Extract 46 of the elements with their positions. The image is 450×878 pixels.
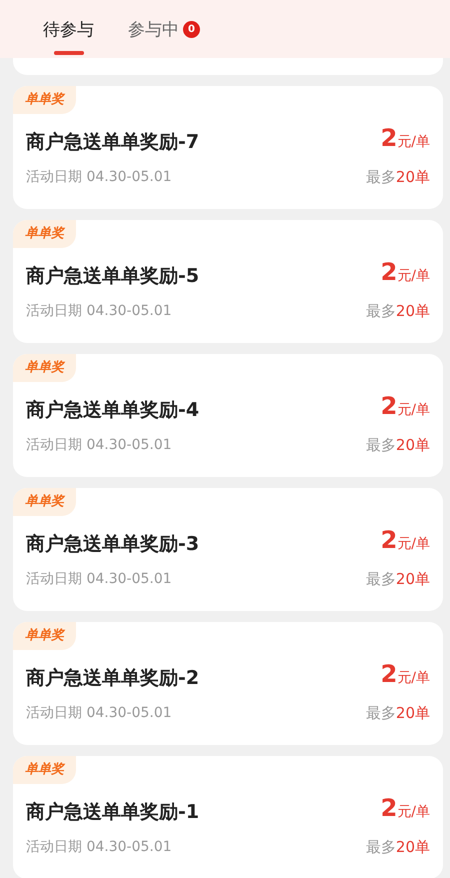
limit-value: 20单 <box>396 837 430 858</box>
limit-value: 20单 <box>396 435 430 456</box>
reward-amount: 2元/单 <box>380 662 430 690</box>
activity-date: 活动日期 04.30-05.01 <box>26 570 172 589</box>
activity-title: 商户急送单单奖励-5 <box>26 264 200 288</box>
tab[interactable]: 待参与 <box>43 18 94 58</box>
activity-card[interactable]: 单单奖 商户急送单单奖励-7 2元/单 活动日期 04.30-05.01 最多20单 <box>13 86 443 209</box>
activity-title: 商户急送单单奖励-7 <box>26 130 200 154</box>
limit-value: 20单 <box>396 569 430 590</box>
limit-label: 最多 <box>366 167 396 188</box>
activity-tag: 单单奖 <box>13 354 76 382</box>
activity-date: 活动日期 04.30-05.01 <box>26 302 172 321</box>
reward-amount: 2元/单 <box>380 528 430 556</box>
limit-label: 最多 <box>366 703 396 724</box>
activity-card[interactable]: 单单奖 商户急送单单奖励-2 2元/单 活动日期 04.30-05.01 最多20单 <box>13 622 443 745</box>
activity-tag: 单单奖 <box>13 756 76 784</box>
limit-label: 最多 <box>366 569 396 590</box>
activity-date: 活动日期 04.30-05.01 <box>26 436 172 455</box>
activity-tag: 单单奖 <box>13 86 76 114</box>
reward-amount: 2元/单 <box>380 260 430 288</box>
limit-label: 最多 <box>366 435 396 456</box>
activity-date: 活动日期 04.30-05.01 <box>26 838 172 857</box>
activity-tag: 单单奖 <box>13 220 76 248</box>
count-badge: 0 <box>183 21 200 38</box>
limit-label: 最多 <box>366 837 396 858</box>
tab-underline <box>54 51 84 55</box>
activity-date: 活动日期 04.30-05.01 <box>26 704 172 723</box>
limit-value: 20单 <box>396 301 430 322</box>
limit-value: 20单 <box>396 703 430 724</box>
activity-title: 商户急送单单奖励-1 <box>26 800 200 824</box>
activity-card[interactable]: 单单奖 商户急送单单奖励-1 2元/单 活动日期 04.30-05.01 最多20单 <box>13 756 443 878</box>
activity-date: 活动日期 04.30-05.01 <box>26 168 172 187</box>
activity-card[interactable]: 单单奖 商户急送单单奖励-3 2元/单 活动日期 04.30-05.01 最多20单 <box>13 488 443 611</box>
activity-title: 商户急送单单奖励-3 <box>26 532 200 556</box>
reward-amount: 2元/单 <box>380 126 430 154</box>
activity-title: 商户急送单单奖励-2 <box>26 666 200 690</box>
activity-card[interactable]: 单单奖 商户急送单单奖励-5 2元/单 活动日期 04.30-05.01 最多20单 <box>13 220 443 343</box>
activity-card[interactable]: 单单奖 商户急送单单奖励-4 2元/单 活动日期 04.30-05.01 最多20单 <box>13 354 443 477</box>
activity-tag: 单单奖 <box>13 622 76 650</box>
activity-tag: 单单奖 <box>13 488 76 516</box>
reward-amount: 2元/单 <box>380 796 430 824</box>
limit-value: 20单 <box>396 167 430 188</box>
activity-title: 商户急送单单奖励-4 <box>26 398 200 422</box>
reward-amount: 2元/单 <box>380 394 430 422</box>
tab[interactable]: 参与中 0 <box>128 18 200 58</box>
limit-label: 最多 <box>366 301 396 322</box>
